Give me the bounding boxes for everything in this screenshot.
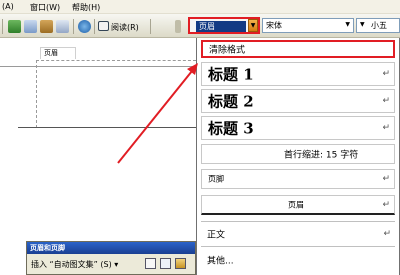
annotation-arrow bbox=[117, 63, 198, 164]
arrow-shaft bbox=[117, 70, 193, 164]
arrow-head-icon bbox=[187, 63, 198, 75]
